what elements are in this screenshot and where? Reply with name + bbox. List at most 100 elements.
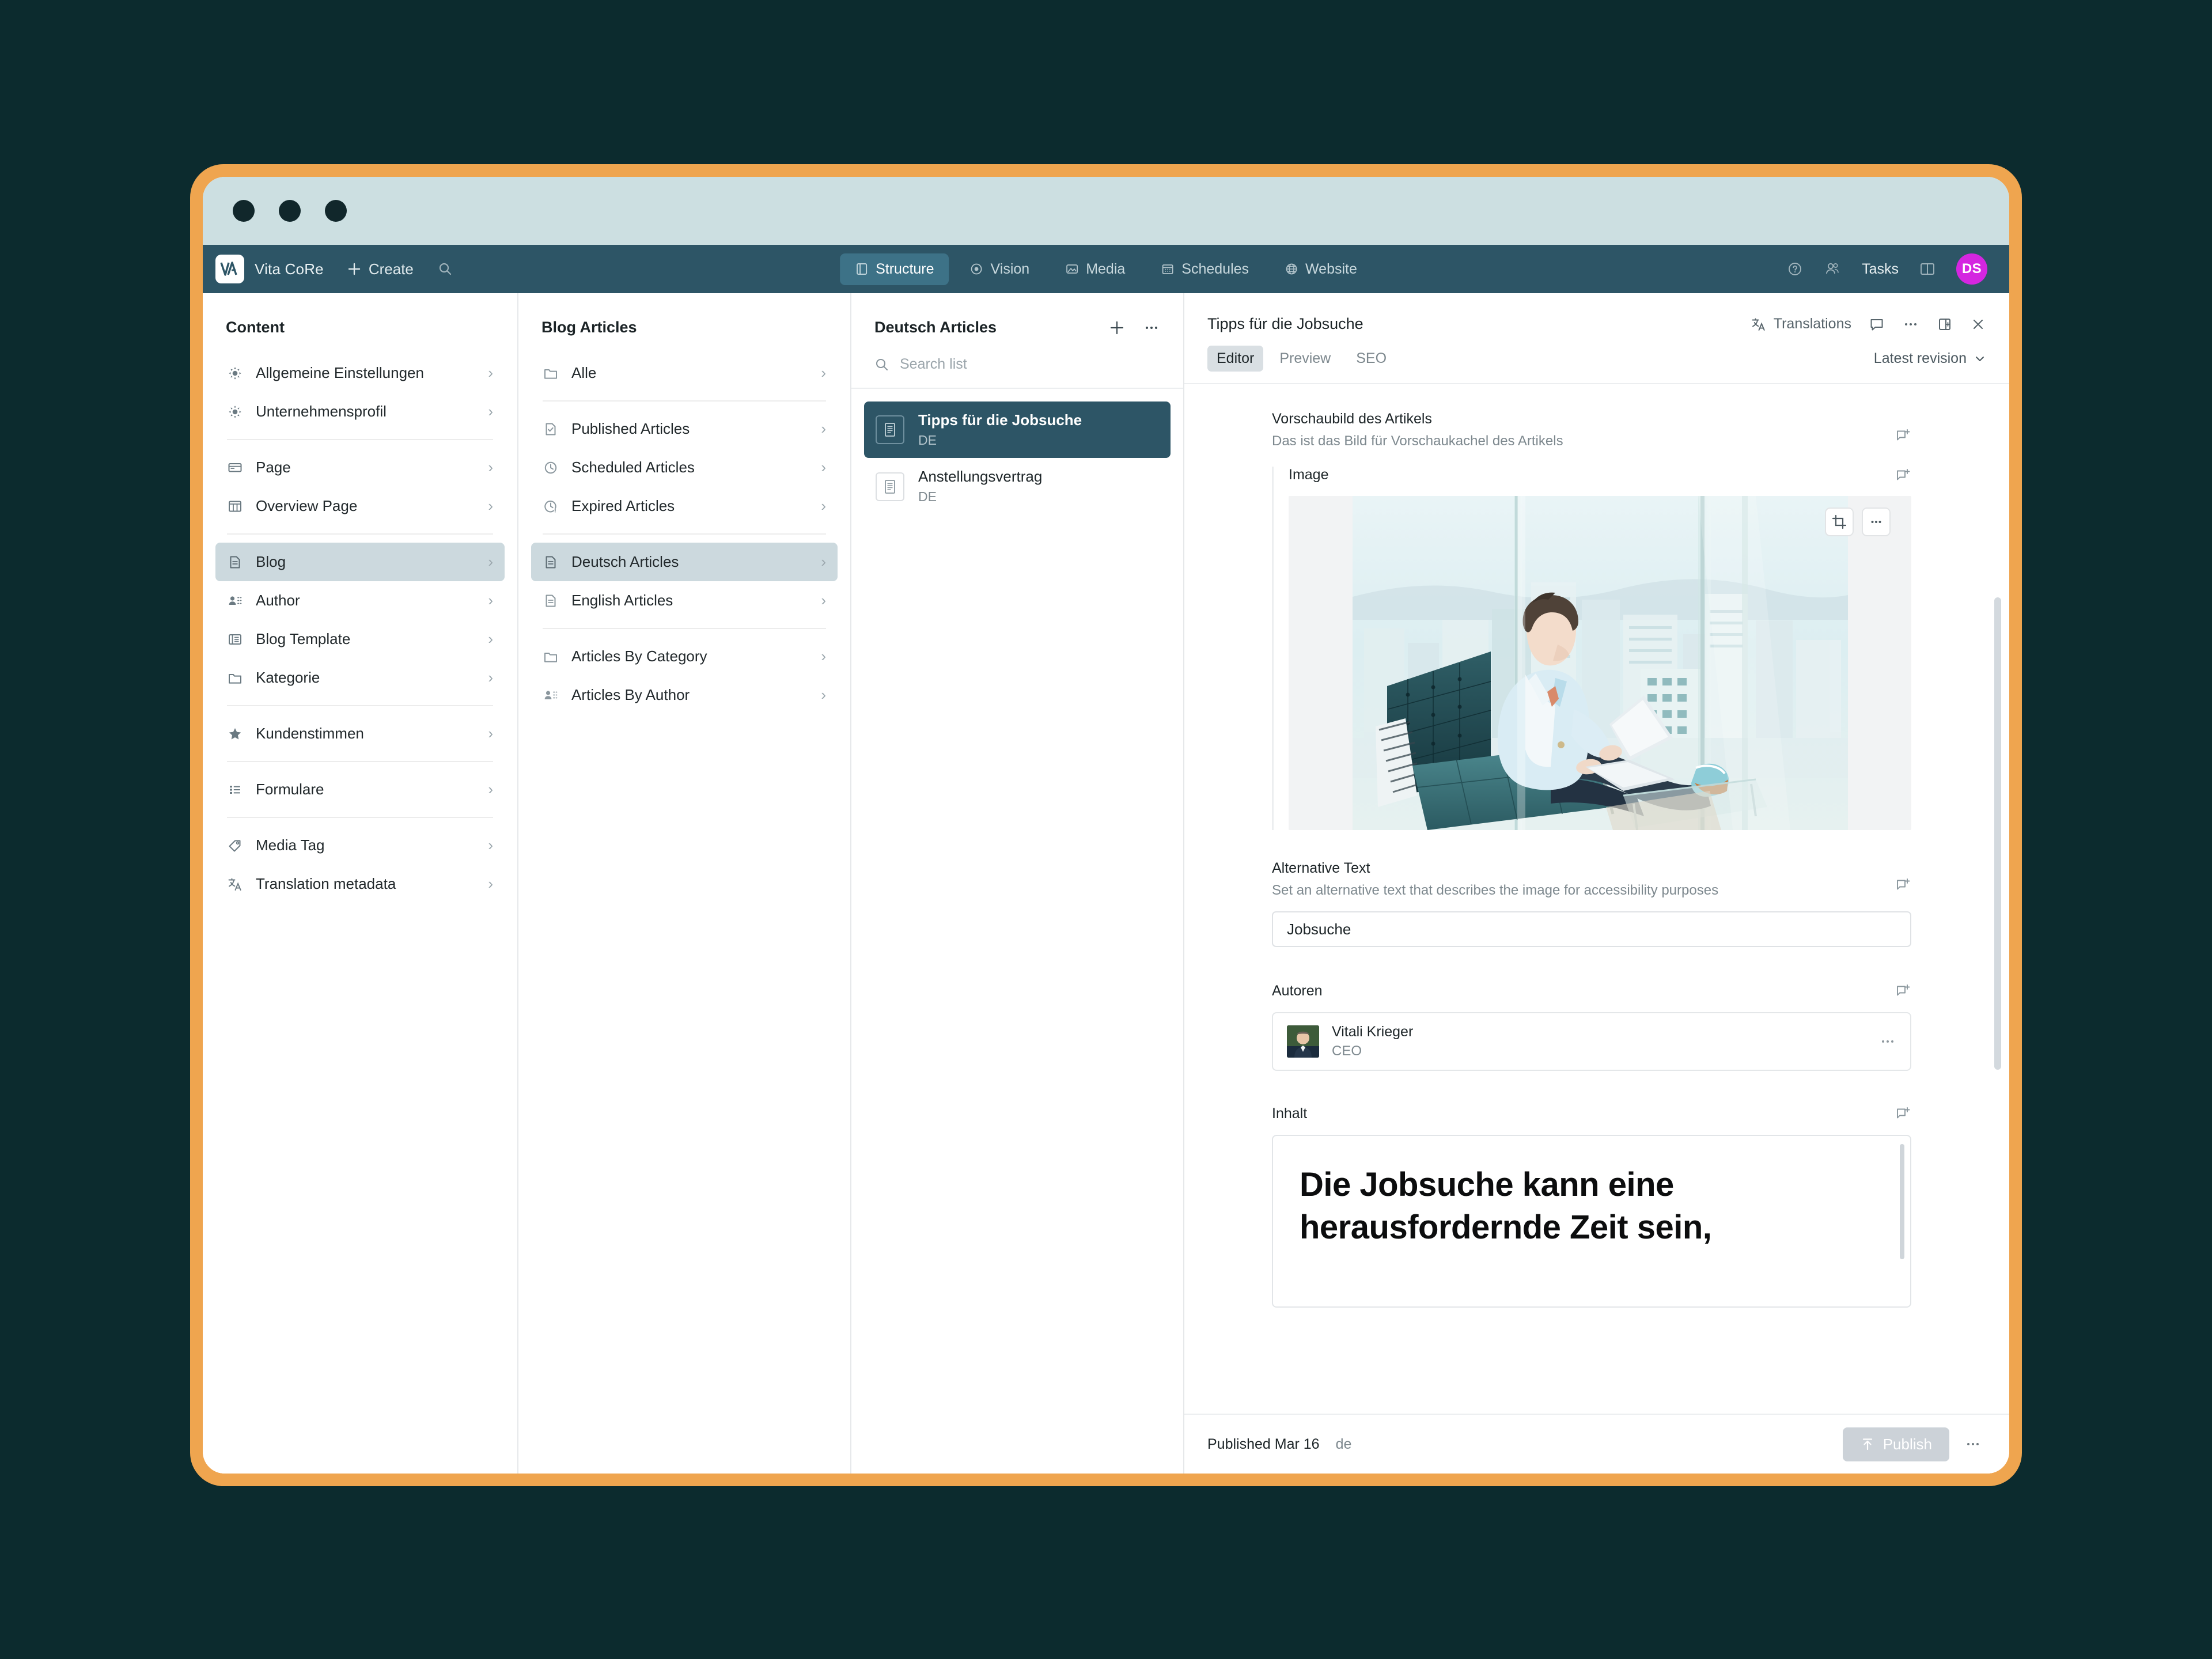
preview-image[interactable] [1289,496,1911,830]
content-pane-list: Allgemeine Einstellungen › Unternehmensp… [203,354,517,1474]
ellipsis-icon[interactable] [1862,507,1891,536]
sidebar-item-translation-metadata[interactable]: Translation metadata › [215,865,505,903]
panel-layout-icon[interactable] [1919,262,1936,276]
editor-body: Vorschaubild des Artikels Das ist das Bi… [1184,384,2009,1414]
author-card[interactable]: Vitali Krieger CEO [1272,1012,1911,1071]
page-title: Tipps für die Jobsuche [1207,315,1363,333]
editor-footer: Published Mar 16 de Publish [1184,1414,2009,1474]
browser-window-frame: Vita CoRe Create Structure [190,164,2022,1486]
tab-structure[interactable]: Structure [840,253,949,285]
sidebar-item-kundenstimmen[interactable]: Kundenstimmen › [215,714,505,753]
list-item[interactable]: Tipps für die Jobsuche DE [864,402,1171,458]
search-list-container[interactable] [851,354,1183,389]
blog-item-label: Scheduled Articles [571,459,695,476]
content-pane: Content Allgemeine Einstellungen › Unt [203,293,518,1474]
app-logo-icon [215,255,244,283]
page-icon [227,460,243,476]
tab-seo[interactable]: SEO [1347,346,1396,372]
create-button[interactable]: Create [347,260,414,278]
sidebar-item-blog-template[interactable]: Blog Template › [215,620,505,658]
global-search-button[interactable] [438,262,453,276]
blog-item-articles-by-author[interactable]: Articles By Author › [531,676,838,714]
sidebar-item-allgemeine-einstellungen[interactable]: Allgemeine Einstellungen › [215,354,505,392]
brand[interactable]: Vita CoRe [215,255,324,283]
crop-icon[interactable] [1825,507,1854,536]
avatar[interactable]: DS [1956,253,1987,285]
top-nav-right: Tasks DS [1787,253,1987,285]
sidebar-item-author[interactable]: Author › [215,581,505,620]
editor-scrollbar[interactable] [1994,597,2001,1070]
blog-item-scheduled-articles[interactable]: Scheduled Articles › [531,448,838,487]
clock-icon [543,460,559,476]
content-scrollbar[interactable] [1900,1144,1904,1259]
blog-item-label: Articles By Author [571,686,690,704]
split-pane-icon[interactable] [1937,316,1953,332]
blog-item-label: Deutsch Articles [571,553,679,571]
sidebar-item-kategorie[interactable]: Kategorie › [215,658,505,697]
tab-vision[interactable]: Vision [955,253,1045,285]
add-comment-icon[interactable] [1878,1105,1911,1122]
blog-item-english-articles[interactable]: English Articles › [531,581,838,620]
chevron-right-icon: › [488,725,493,743]
folder-icon [543,365,559,381]
tab-media[interactable]: Media [1050,253,1140,285]
add-comment-icon[interactable] [1878,467,1911,483]
sidebar-item-formulare[interactable]: Formulare › [215,770,505,809]
author-role: CEO [1332,1043,1413,1059]
document-icon [227,554,243,570]
tasks-button[interactable]: Tasks [1862,261,1899,278]
publish-button[interactable]: Publish [1843,1427,1949,1461]
ellipsis-icon[interactable] [1143,319,1160,336]
content-heading: Die Jobsuche kann eine herausfordernde Z… [1300,1164,1884,1249]
comment-icon[interactable] [1869,316,1885,332]
window-titlebar [203,177,2009,245]
gear-icon [227,404,243,420]
list-item[interactable]: Anstellungsvertrag DE [864,458,1171,514]
close-window-button[interactable] [233,200,255,222]
maximize-window-button[interactable] [325,200,347,222]
document-thumbnail-icon [876,472,904,501]
field-preview-image: Vorschaubild des Artikels Das ist das Bi… [1272,411,1911,830]
blog-item-label: Articles By Category [571,647,707,665]
add-comment-icon[interactable] [1878,427,1911,444]
blog-item-label: Expired Articles [571,497,675,515]
ellipsis-icon[interactable] [1964,1436,1982,1452]
close-icon[interactable] [1970,316,1986,332]
tab-editor[interactable]: Editor [1207,346,1263,372]
chevron-right-icon: › [488,630,493,648]
ellipsis-icon[interactable] [1902,316,1919,332]
pane-container: Content Allgemeine Einstellungen › Unt [203,293,2009,1474]
blog-item-alle[interactable]: Alle › [531,354,838,392]
people-icon[interactable] [1824,261,1841,277]
revision-selector[interactable]: Latest revision [1874,350,1986,367]
content-editor[interactable]: Die Jobsuche kann eine herausfordernde Z… [1272,1135,1911,1308]
blog-item-published-articles[interactable]: Published Articles › [531,410,838,448]
search-input[interactable] [900,356,1160,373]
list-item-title: Tipps für die Jobsuche [918,411,1082,430]
sidebar-item-unternehmensprofil[interactable]: Unternehmensprofil › [215,392,505,431]
sidebar-item-blog[interactable]: Blog › [215,543,505,581]
minimize-window-button[interactable] [279,200,301,222]
add-comment-icon[interactable] [1878,877,1911,893]
add-comment-icon[interactable] [1878,983,1911,999]
blog-item-articles-by-category[interactable]: Articles By Category › [531,637,838,676]
blog-item-deutsch-articles[interactable]: Deutsch Articles › [531,543,838,581]
alt-text-input[interactable]: Jobsuche [1272,911,1911,947]
blog-item-expired-articles[interactable]: Expired Articles › [531,487,838,525]
tab-website[interactable]: Website [1270,253,1372,285]
sidebar-item-label: Author [256,592,300,609]
list-item-language: DE [918,432,1082,449]
ellipsis-icon[interactable] [1879,1033,1896,1050]
tab-preview[interactable]: Preview [1270,346,1340,372]
tab-schedules[interactable]: Schedules [1146,253,1264,285]
sidebar-item-overview-page[interactable]: Overview Page › [215,487,505,525]
sidebar-item-media-tag[interactable]: Media Tag › [215,826,505,865]
plus-icon[interactable] [1108,319,1126,336]
sidebar-item-page[interactable]: Page › [215,448,505,487]
document-editor-pane: Tipps für die Jobsuche Translations [1184,293,2009,1474]
sidebar-item-label: Kategorie [256,669,320,687]
help-circle-icon[interactable] [1787,261,1803,277]
deutsch-documents-list: Tipps für die Jobsuche DE Anstellungsver… [851,389,1183,515]
folder-icon [227,670,243,686]
translations-button[interactable]: Translations [1751,316,1851,332]
